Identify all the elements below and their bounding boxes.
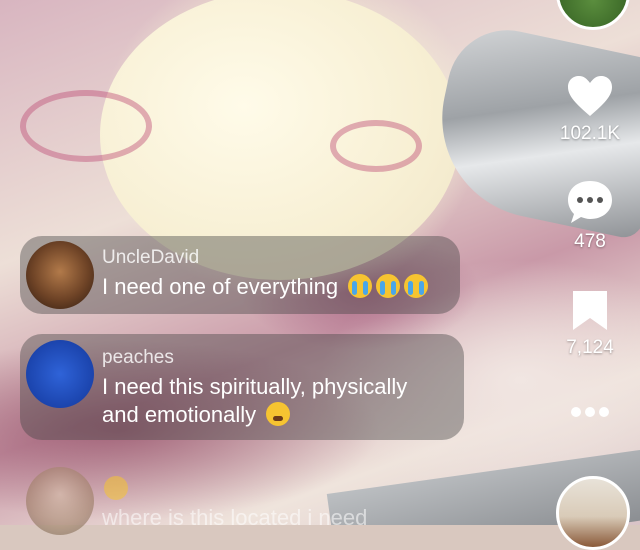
heart-icon bbox=[568, 76, 612, 116]
more-dots-icon bbox=[571, 407, 609, 417]
nerd-face-icon bbox=[104, 476, 128, 500]
comment-text: where is this located i need bbox=[102, 505, 368, 530]
loudly-crying-face-icon bbox=[348, 274, 373, 298]
more-button[interactable] bbox=[550, 402, 630, 427]
avatar[interactable] bbox=[26, 340, 94, 408]
comment-button[interactable]: 478 bbox=[550, 178, 630, 253]
sound-disc[interactable] bbox=[556, 476, 630, 550]
bookmark-icon bbox=[573, 291, 607, 330]
comment-username[interactable]: UncleDavid bbox=[102, 247, 199, 269]
comment-text: I need one of everything bbox=[102, 273, 429, 301]
tired-face-icon bbox=[266, 402, 291, 426]
comment-text: I need this spiritually, physically and … bbox=[102, 373, 407, 429]
avatar[interactable] bbox=[26, 241, 94, 309]
berry-swirl bbox=[330, 120, 422, 172]
comment-text-body: I need one of everything bbox=[102, 274, 339, 299]
comment-username[interactable]: peaches bbox=[102, 347, 174, 369]
loudly-crying-face-icon bbox=[376, 274, 401, 298]
save-count: 7,124 bbox=[566, 337, 614, 358]
comment-count: 478 bbox=[574, 231, 606, 252]
like-button[interactable]: 102.1K bbox=[550, 74, 630, 145]
like-count: 102.1K bbox=[559, 123, 621, 144]
comment-bubble[interactable]: UncleDavid I need one of everything bbox=[20, 236, 460, 314]
comment-bubble-icon bbox=[568, 181, 612, 223]
berry-swirl bbox=[20, 90, 152, 162]
loudly-crying-face-icon bbox=[404, 274, 429, 298]
comment-bubble-faded[interactable]: where is this located i need bbox=[20, 462, 460, 542]
comment-text-line: I need this spiritually, physically bbox=[102, 374, 408, 399]
comment-text-line: and emotionally bbox=[102, 402, 257, 427]
save-button[interactable]: 7,124 bbox=[550, 288, 630, 359]
comment-bubble[interactable]: peaches I need this spiritually, physica… bbox=[20, 334, 464, 440]
